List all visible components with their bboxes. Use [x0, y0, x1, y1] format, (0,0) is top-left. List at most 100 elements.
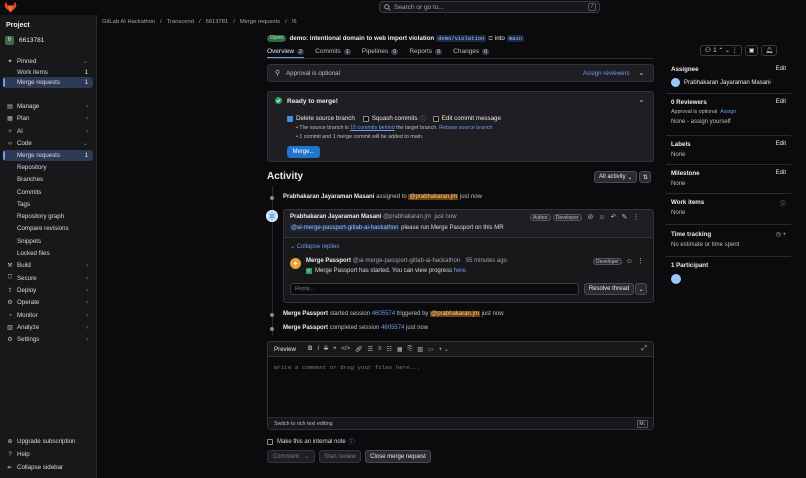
attach-icon[interactable]: ⎘	[408, 346, 413, 353]
breadcrumb-item[interactable]: !6	[292, 19, 297, 25]
search-input[interactable]: Search or go to... /	[379, 1, 600, 13]
delete-branch-checkbox[interactable]	[287, 115, 293, 122]
edit-icon[interactable]: ✎	[621, 213, 627, 221]
sidebar-item-snippets[interactable]: Snippets	[3, 236, 93, 247]
chevron-up-icon[interactable]: ⌃	[718, 47, 723, 54]
sidebar-item-locked-files[interactable]: Locked files	[3, 248, 93, 259]
tab-reports[interactable]: Reports 0	[409, 45, 443, 58]
comment-handle[interactable]: @prabhakaran.jm	[383, 214, 431, 220]
task-list-icon[interactable]: ☷	[387, 346, 392, 353]
sidebar-footer-collapse-sidebar[interactable]: ⇤ Collapse sidebar	[3, 462, 93, 473]
emoji-icon[interactable]: ☺	[598, 214, 605, 221]
target-branch[interactable]: main	[506, 35, 525, 42]
italic-icon[interactable]: I	[317, 346, 319, 352]
strikethrough-icon[interactable]: S	[324, 346, 328, 352]
milestone-edit-link[interactable]: Edit	[776, 170, 786, 176]
help-icon[interactable]: ⓘ	[349, 437, 355, 446]
sidebar-item-tags[interactable]: Tags	[3, 199, 93, 210]
help-icon[interactable]: ⓘ	[420, 114, 426, 123]
sidebar-item-build[interactable]: ⚒ Build ›	[3, 260, 93, 271]
comment-mention[interactable]: @ai-merge-passport-gitlab-ai-hackathon	[290, 225, 400, 231]
close-mr-button[interactable]: Close merge request	[365, 450, 431, 463]
sidebar-item-repository-graph[interactable]: Repository graph	[3, 211, 93, 222]
labels-edit-link[interactable]: Edit	[776, 141, 786, 147]
avatar[interactable]	[671, 78, 680, 87]
sidebar-item-pinned[interactable]: ✦ Pinned ⌄	[3, 56, 93, 67]
resolve-thread-button[interactable]: Resolve thread	[584, 283, 634, 295]
numbered-list-icon[interactable]: ≡	[378, 346, 382, 352]
merge-button[interactable]: Merge...	[287, 146, 320, 158]
sidebar-toggle-button[interactable]: ▣	[744, 45, 759, 56]
sidebar-item-operate[interactable]: ⚙ Operate ›	[3, 297, 93, 308]
sidebar-item-analyze[interactable]: ▥ Analyze ›	[3, 322, 93, 333]
comment-template-icon[interactable]: ▭	[428, 346, 434, 353]
code-icon[interactable]: </>	[341, 346, 350, 352]
sidebar-item-monitor[interactable]: ◔ Monitor ›	[3, 310, 93, 321]
sidebar-item-merge-requests[interactable]: Merge requests 1	[3, 150, 93, 161]
sidebar-item-branches[interactable]: Branches	[3, 174, 93, 185]
rebase-link[interactable]: Rebase source branch	[439, 125, 492, 131]
sidebar-item-settings[interactable]: ⚙ Settings ›	[3, 334, 93, 345]
reviewers-edit-link[interactable]: Edit	[776, 99, 786, 105]
progress-link[interactable]: here.	[454, 268, 468, 274]
link-icon[interactable]: 🔗︎	[355, 346, 363, 353]
session-link[interactable]: 4605574	[372, 311, 395, 317]
assignee-edit-link[interactable]: Edit	[776, 66, 786, 72]
chevron-down-icon[interactable]: ⌄	[725, 47, 730, 54]
sidebar-item-ai[interactable]: ✧ AI ›	[3, 126, 93, 137]
notifications-button[interactable]: 🔔︎	[761, 45, 778, 56]
switch-rich-text-link[interactable]: Switch to rich text editing	[274, 421, 333, 427]
avatar[interactable]	[266, 210, 278, 222]
more-icon[interactable]: ⋮	[637, 257, 644, 265]
sidebar-item-manage[interactable]: ▤ Manage ›	[3, 101, 93, 112]
tab-pipelines[interactable]: Pipelines 0	[362, 45, 399, 58]
threads-button[interactable]: 💬︎ 1 ⌃ ⌄ ⋮	[700, 45, 742, 56]
event-author[interactable]: Merge Passport	[283, 325, 328, 331]
sidebar-item-code[interactable]: ‹› Code ⌄	[3, 138, 93, 149]
clock-icon[interactable]: ◷	[776, 232, 781, 238]
assign-reviewer-link[interactable]: Assign	[720, 109, 736, 115]
event-author[interactable]: Prabhakaran Jayaraman Masani	[283, 194, 374, 200]
expand-icon[interactable]: ⤢	[641, 345, 647, 353]
plus-icon[interactable]: +	[782, 232, 786, 238]
sidebar-item-secure[interactable]: ⛉ Secure ›	[3, 273, 93, 284]
chevron-down-icon[interactable]: ⌄	[638, 95, 645, 104]
sidebar-item-commits[interactable]: Commits	[3, 187, 93, 198]
tab-changes[interactable]: Changes 0	[453, 45, 490, 58]
resolve-icon[interactable]: ⊘	[588, 213, 594, 221]
more-icon[interactable]: ⋮	[632, 213, 639, 221]
emoji-icon[interactable]: ☺	[626, 258, 633, 265]
collapse-replies-link[interactable]: ⌄ Collapse replies	[290, 243, 339, 250]
resolve-options-button[interactable]: ⌄	[635, 283, 647, 295]
reply-handle[interactable]: @ai-merge-passport-gitlab-ai-hackathon	[353, 258, 460, 264]
breadcrumb-item[interactable]: Merge requests	[240, 19, 280, 25]
session-link[interactable]: 4605574	[381, 325, 404, 331]
edit-message-checkbox[interactable]	[432, 115, 439, 122]
assignee-name[interactable]: Prabhakaran Jayaraman Masani	[684, 80, 771, 86]
tab-overview[interactable]: Overview 2	[267, 45, 305, 59]
image-icon[interactable]: ▨	[417, 346, 423, 353]
commits-behind-link[interactable]: 15 commits behind	[350, 125, 394, 131]
breadcrumb-item[interactable]: GitLab AI Hackathon	[102, 19, 155, 25]
sidebar-item-compare-revisions[interactable]: Compare revisions	[3, 223, 93, 234]
squash-checkbox[interactable]	[362, 115, 369, 122]
reply-input[interactable]: Reply...	[290, 283, 579, 295]
merge-passport-avatar[interactable]: ✦	[290, 258, 301, 269]
sidebar-footer-upgrade-subscription[interactable]: ⊕ Upgrade subscription	[3, 436, 93, 447]
breadcrumb-item[interactable]: Transcend	[167, 19, 194, 25]
preview-tab[interactable]: Preview	[274, 346, 296, 353]
chevron-down-icon[interactable]: ⌄	[638, 68, 645, 77]
activity-filter-dropdown[interactable]: All activity ⌄	[594, 171, 638, 183]
participant-avatar[interactable]	[671, 274, 681, 284]
copy-icon[interactable]: ⧉	[488, 35, 492, 43]
reply-author[interactable]: Merge Passport	[306, 258, 351, 264]
info-icon[interactable]: ⓘ	[780, 199, 786, 208]
breadcrumb-item[interactable]: 6613781	[206, 19, 229, 25]
sidebar-item-deploy[interactable]: ⇧ Deploy ›	[3, 285, 93, 296]
sidebar-item-plan[interactable]: ▦ Plan ›	[3, 113, 93, 124]
comment-author[interactable]: Prabhakaran Jayaraman Masani	[290, 214, 381, 220]
plus-icon[interactable]: + ⌄	[439, 346, 449, 353]
source-branch[interactable]: demo/violation	[436, 35, 487, 42]
sidebar-footer-help[interactable]: ? Help	[3, 449, 93, 460]
quote-icon[interactable]: ❝	[333, 346, 336, 353]
